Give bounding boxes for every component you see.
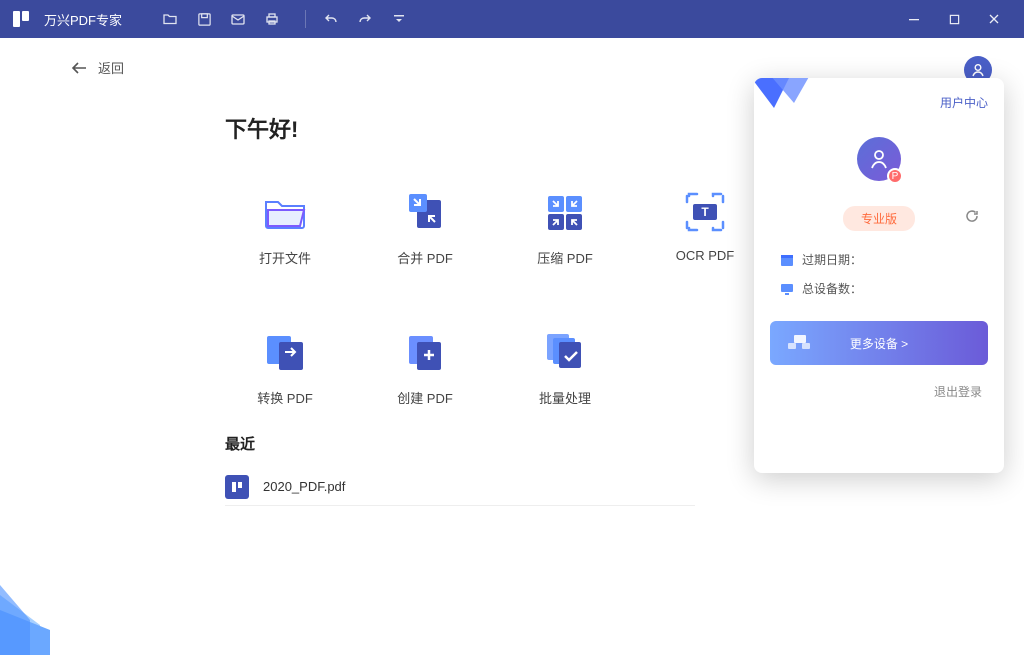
panel-decoration-icon: [754, 78, 824, 128]
expire-row: 过期日期：: [770, 251, 988, 268]
recent-file-item[interactable]: 2020_PDF.pdf: [225, 468, 695, 506]
devices-label: 总设备数：: [802, 280, 862, 297]
corner-decoration-icon: [0, 565, 70, 655]
dropdown-icon[interactable]: [386, 6, 412, 32]
titlebar: 万兴PDF专家: [0, 0, 1024, 38]
pdf-file-icon: [225, 475, 249, 499]
compress-icon: [541, 188, 589, 236]
devices-row: 总设备数：: [770, 280, 988, 297]
svg-text:T: T: [701, 205, 709, 219]
monitor-icon: [780, 282, 794, 296]
app-logo-icon: [10, 8, 32, 30]
calendar-icon: [780, 253, 794, 267]
more-devices-label: 更多设备 >: [850, 335, 908, 352]
merge-icon: [401, 188, 449, 236]
greeting-text: 下午好!: [225, 112, 298, 144]
convert-icon: [261, 328, 309, 376]
logout-button[interactable]: 退出登录: [770, 383, 988, 400]
minimize-button[interactable]: [894, 0, 934, 38]
redo-icon[interactable]: [352, 6, 378, 32]
compress-pdf-action[interactable]: 压缩 PDF: [495, 188, 635, 328]
action-label: 转换 PDF: [257, 388, 313, 407]
action-label: 压缩 PDF: [537, 248, 593, 267]
refresh-icon[interactable]: [964, 208, 980, 229]
action-label: 打开文件: [259, 248, 311, 267]
separator: [305, 10, 306, 28]
save-icon[interactable]: [191, 6, 217, 32]
recent-file-name: 2020_PDF.pdf: [263, 479, 345, 494]
action-label: 批量处理: [539, 388, 591, 407]
batch-action[interactable]: 批量处理: [495, 328, 635, 468]
batch-icon: [541, 328, 589, 376]
avatar-wrap: P: [770, 137, 988, 181]
user-center-link[interactable]: 用户中心: [940, 96, 988, 110]
undo-icon[interactable]: [318, 6, 344, 32]
pro-label: 专业版: [843, 206, 915, 231]
devices-icon: [786, 333, 812, 353]
pro-badge-icon: P: [887, 168, 903, 184]
recent-title: 最近: [225, 433, 255, 454]
print-icon[interactable]: [259, 6, 285, 32]
create-pdf-action[interactable]: 创建 PDF: [355, 328, 495, 468]
action-label: OCR PDF: [676, 248, 735, 263]
actions-grid: 打开文件 合并 PDF 压缩 PDF T OCR PDF 转换 PDF: [215, 188, 775, 468]
back-button[interactable]: 返回: [70, 58, 124, 77]
back-label: 返回: [98, 58, 124, 77]
open-folder-icon: [261, 188, 309, 236]
merge-pdf-action[interactable]: 合并 PDF: [355, 188, 495, 328]
more-devices-button[interactable]: 更多设备 >: [770, 321, 988, 365]
action-label: 合并 PDF: [397, 248, 453, 267]
ocr-icon: T: [681, 188, 729, 236]
expire-label: 过期日期：: [802, 251, 862, 268]
mail-icon[interactable]: [225, 6, 251, 32]
app-title: 万兴PDF专家: [44, 10, 122, 29]
folder-icon[interactable]: [157, 6, 183, 32]
user-panel: 用户中心 P 专业版 过期日期： 总设备数： 更多设备 > 退出登录: [754, 78, 1004, 473]
action-label: 创建 PDF: [397, 388, 453, 407]
open-file-action[interactable]: 打开文件: [215, 188, 355, 328]
content-area: 返回 下午好! 打开文件 合并 PDF 压缩 PDF T: [0, 38, 1024, 655]
maximize-button[interactable]: [934, 0, 974, 38]
close-button[interactable]: [974, 0, 1014, 38]
create-icon: [401, 328, 449, 376]
